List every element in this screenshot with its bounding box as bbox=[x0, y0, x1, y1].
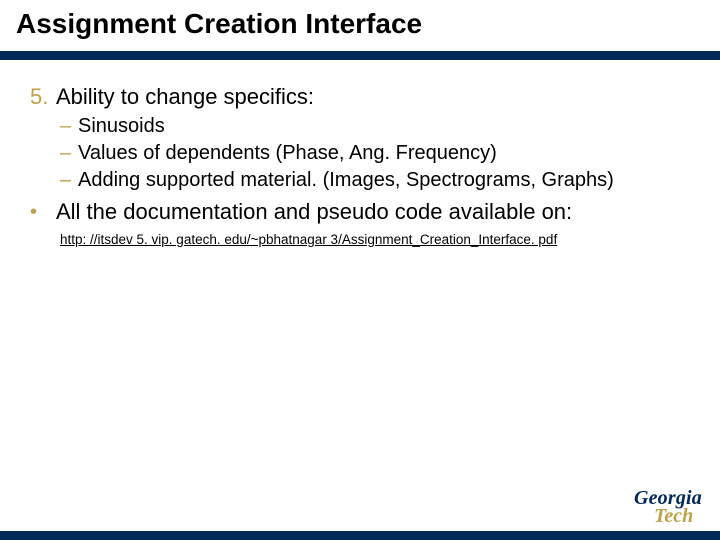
documentation-link-line: http: //itsdev 5. vip. gatech. edu/~pbha… bbox=[60, 232, 690, 247]
slide: Assignment Creation Interface 5. Ability… bbox=[0, 0, 720, 540]
title-block: Assignment Creation Interface bbox=[0, 0, 720, 45]
list-item-text: All the documentation and pseudo code av… bbox=[56, 199, 690, 226]
logo-line2: Tech bbox=[654, 506, 702, 526]
dash-marker: – bbox=[60, 114, 78, 139]
sublist-item: – Sinusoids bbox=[60, 114, 690, 139]
dash-marker: – bbox=[60, 141, 78, 166]
sublist-item: – Adding supported material. (Images, Sp… bbox=[60, 168, 690, 193]
slide-title: Assignment Creation Interface bbox=[16, 6, 704, 41]
sublist-item-text: Values of dependents (Phase, Ang. Freque… bbox=[78, 141, 690, 166]
content-area: 5. Ability to change specifics: – Sinuso… bbox=[0, 60, 720, 247]
documentation-link[interactable]: http: //itsdev 5. vip. gatech. edu/~pbha… bbox=[60, 232, 557, 247]
footer-band bbox=[0, 531, 720, 540]
georgia-tech-logo: Georgia Tech bbox=[634, 488, 702, 528]
list-item-5: 5. Ability to change specifics: bbox=[30, 84, 690, 110]
list-item-text: Ability to change specifics: bbox=[56, 84, 690, 110]
sublist-item-text: Adding supported material. (Images, Spec… bbox=[78, 168, 690, 193]
list-item-bullet: • All the documentation and pseudo code … bbox=[30, 199, 690, 226]
list-marker-number: 5. bbox=[30, 84, 56, 110]
sublist-item-text: Sinusoids bbox=[78, 114, 690, 139]
bullet-marker: • bbox=[30, 199, 56, 225]
title-rule bbox=[0, 51, 720, 60]
sublist-item: – Values of dependents (Phase, Ang. Freq… bbox=[60, 141, 690, 166]
dash-marker: – bbox=[60, 168, 78, 193]
